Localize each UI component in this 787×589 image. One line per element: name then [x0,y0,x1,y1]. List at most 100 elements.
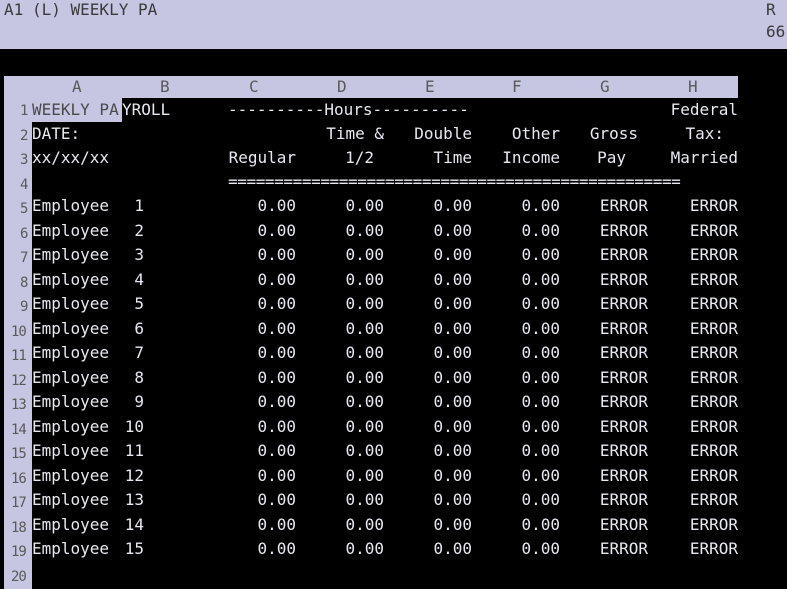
time-half-hours[interactable]: 0.00 [296,219,384,243]
other-income[interactable]: 0.00 [472,439,560,463]
federal-tax[interactable]: ERROR [650,537,738,561]
row-header-5[interactable]: 5 [20,197,29,221]
regular-hours[interactable]: 0.00 [208,390,296,414]
federal-tax[interactable]: ERROR [650,317,738,341]
gross-pay[interactable]: ERROR [560,219,648,243]
time-half-hours[interactable]: 0.00 [296,366,384,390]
gross-pay[interactable]: ERROR [560,194,648,218]
federal-tax[interactable]: ERROR [650,439,738,463]
other-income[interactable]: 0.00 [472,194,560,218]
federal-tax[interactable]: ERROR [650,415,738,439]
employee-number[interactable]: 6 [120,317,144,341]
employee-number[interactable]: 5 [120,292,144,316]
time-half-hours[interactable]: 0.00 [296,243,384,267]
row-header-2[interactable]: 2 [20,124,29,148]
cell-f3[interactable]: Income [472,146,560,170]
employee-name[interactable]: Employee [32,317,109,341]
cell-e3[interactable]: Time [384,146,472,170]
row-header-17[interactable]: 17 [11,491,27,515]
cell-f2[interactable]: Other [472,122,560,146]
row-header-12[interactable]: 12 [11,369,27,393]
regular-hours[interactable]: 0.00 [208,488,296,512]
gross-pay[interactable]: ERROR [560,390,648,414]
column-header-d[interactable]: D [337,75,347,99]
row-header-20[interactable]: 20 [11,565,27,589]
gross-pay[interactable]: ERROR [560,243,648,267]
other-income[interactable]: 0.00 [472,513,560,537]
gross-pay[interactable]: ERROR [560,439,648,463]
time-half-hours[interactable]: 0.00 [296,390,384,414]
other-income[interactable]: 0.00 [472,219,560,243]
double-time-hours[interactable]: 0.00 [384,537,472,561]
cell-d2[interactable]: Time & [296,122,384,146]
regular-hours[interactable]: 0.00 [208,464,296,488]
row-header-10[interactable]: 10 [11,320,27,344]
column-header-g[interactable]: G [600,75,610,99]
column-header-a[interactable]: A [72,75,82,99]
time-half-hours[interactable]: 0.00 [296,341,384,365]
employee-name[interactable]: Employee [32,292,109,316]
column-header-b[interactable]: B [160,75,170,99]
cell-h2[interactable]: Tax: [650,122,724,146]
federal-tax[interactable]: ERROR [650,268,738,292]
hours-header[interactable]: ----------Hours---------- [228,98,469,122]
other-income[interactable]: 0.00 [472,317,560,341]
employee-number[interactable]: 15 [120,537,144,561]
double-time-hours[interactable]: 0.00 [384,390,472,414]
employee-number[interactable]: 12 [120,464,144,488]
row-header-8[interactable]: 8 [20,271,29,295]
federal-tax[interactable]: ERROR [650,366,738,390]
regular-hours[interactable]: 0.00 [208,513,296,537]
time-half-hours[interactable]: 0.00 [296,194,384,218]
federal-tax[interactable]: ERROR [650,194,738,218]
gross-pay[interactable]: ERROR [560,292,648,316]
employee-number[interactable]: 2 [120,219,144,243]
other-income[interactable]: 0.00 [472,366,560,390]
cell-e2[interactable]: Double [384,122,472,146]
employee-name[interactable]: Employee [32,268,109,292]
employee-name[interactable]: Employee [32,390,109,414]
other-income[interactable]: 0.00 [472,243,560,267]
row-header-3[interactable]: 3 [20,148,29,172]
row-header-15[interactable]: 15 [11,442,27,466]
double-time-hours[interactable]: 0.00 [384,219,472,243]
federal-tax[interactable]: ERROR [650,464,738,488]
double-time-hours[interactable]: 0.00 [384,415,472,439]
row-header-6[interactable]: 6 [20,222,29,246]
employee-number[interactable]: 10 [120,415,144,439]
employee-number[interactable]: 13 [120,488,144,512]
row-header-13[interactable]: 13 [11,393,27,417]
regular-hours[interactable]: 0.00 [208,415,296,439]
double-time-hours[interactable]: 0.00 [384,317,472,341]
regular-hours[interactable]: 0.00 [208,292,296,316]
double-time-hours[interactable]: 0.00 [384,464,472,488]
column-header-f[interactable]: F [512,75,522,99]
other-income[interactable]: 0.00 [472,464,560,488]
double-time-hours[interactable]: 0.00 [384,488,472,512]
employee-name[interactable]: Employee [32,513,109,537]
gross-pay[interactable]: ERROR [560,317,648,341]
row-header-14[interactable]: 14 [11,418,27,442]
other-income[interactable]: 0.00 [472,268,560,292]
double-time-hours[interactable]: 0.00 [384,292,472,316]
cell-h3[interactable]: Married [650,146,738,170]
double-time-hours[interactable]: 0.00 [384,268,472,292]
row-header-9[interactable]: 9 [20,295,29,319]
regular-hours[interactable]: 0.00 [208,243,296,267]
row-header-1[interactable]: 1 [20,99,29,123]
federal-tax[interactable]: ERROR [650,513,738,537]
row-header-18[interactable]: 18 [11,516,27,540]
employee-name[interactable]: Employee [32,537,109,561]
employee-name[interactable]: Employee [32,219,109,243]
double-time-hours[interactable]: 0.00 [384,513,472,537]
employee-name[interactable]: Employee [32,464,109,488]
cell-a1[interactable]: WEEKLY PA [32,98,119,122]
federal-tax[interactable]: ERROR [650,292,738,316]
time-half-hours[interactable]: 0.00 [296,439,384,463]
regular-hours[interactable]: 0.00 [208,219,296,243]
column-header-c[interactable]: C [249,75,259,99]
row-header-11[interactable]: 11 [11,344,27,368]
row-header-19[interactable]: 19 [11,540,27,564]
other-income[interactable]: 0.00 [472,488,560,512]
other-income[interactable]: 0.00 [472,415,560,439]
